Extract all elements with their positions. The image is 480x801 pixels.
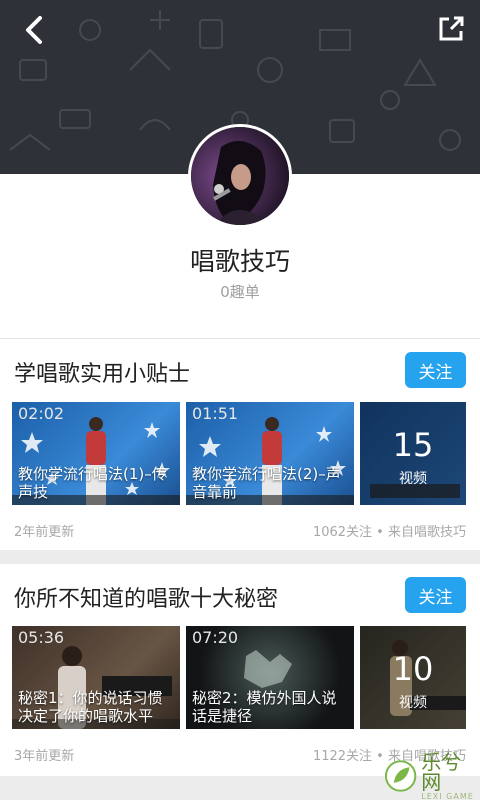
video-caption: 秘密2：模仿外国人说话是捷径 [192,689,337,725]
video-duration: 05:36 [18,628,65,647]
video-caption: 教你学流行唱法(1)–传声技 [18,465,167,501]
video-caption: 教你学流行唱法(2)–声音靠前 [192,465,341,501]
video-thumbnail[interactable]: 05:36 秘密1：你的说话习惯决定了你的唱歌水平 [12,626,180,729]
card-separator [0,550,480,564]
follow-button[interactable]: 关注 [405,352,466,388]
playlist-card[interactable]: 学唱歌实用小贴士 关注 02:02 教你学流行唱法(1)–传声技 01:51 教… [0,339,480,550]
video-thumbnail[interactable]: 02:02 教你学流行唱法(1)–传声技 [12,402,180,505]
share-external-icon [439,16,464,41]
more-videos-tile[interactable]: 10 视频 [360,626,466,729]
channel-subtitle: 0趣单 [220,283,260,301]
watermark-subtext: LEXI GAME [421,791,474,801]
singer-photo [191,127,289,225]
share-button[interactable] [436,14,466,44]
playlist-title[interactable]: 学唱歌实用小贴士 [14,356,190,388]
follow-button[interactable]: 关注 [405,577,466,613]
video-count: 15 [392,426,434,464]
playlist-title[interactable]: 你所不知道的唱歌十大秘密 [14,581,278,613]
back-arrow-icon [26,16,42,44]
video-count-label: 视频 [399,695,427,711]
leaf-logo-icon [384,760,417,792]
video-caption: 秘密1：你的说话习惯决定了你的唱歌水平 [18,689,163,725]
video-duration: 01:51 [192,404,239,423]
site-watermark: 乐兮网 LEXI GAME [384,749,480,801]
more-videos-tile[interactable]: 15 视频 [360,402,466,505]
video-duration: 07:20 [192,628,239,647]
channel-avatar [188,124,292,228]
video-count: 10 [392,650,434,688]
video-thumbnail[interactable]: 01:51 教你学流行唱法(2)–声音靠前 [186,402,354,505]
back-button[interactable] [18,14,50,46]
playlist-stats: 1062关注 • 来自唱歌技巧 [312,525,466,540]
watermark-text: 乐兮网 [421,749,462,794]
updated-time: 2年前更新 [14,525,75,540]
video-count-label: 视频 [399,471,427,487]
updated-time: 3年前更新 [14,749,75,764]
playlist-card[interactable]: 你所不知道的唱歌十大秘密 关注 05:36 秘密1：你的说话习惯决定了你的唱歌水… [0,564,480,776]
video-thumbnail[interactable]: 07:20 秘密2：模仿外国人说话是捷径 [186,626,354,729]
video-duration: 02:02 [18,404,65,423]
channel-title: 唱歌技巧 [189,247,290,276]
